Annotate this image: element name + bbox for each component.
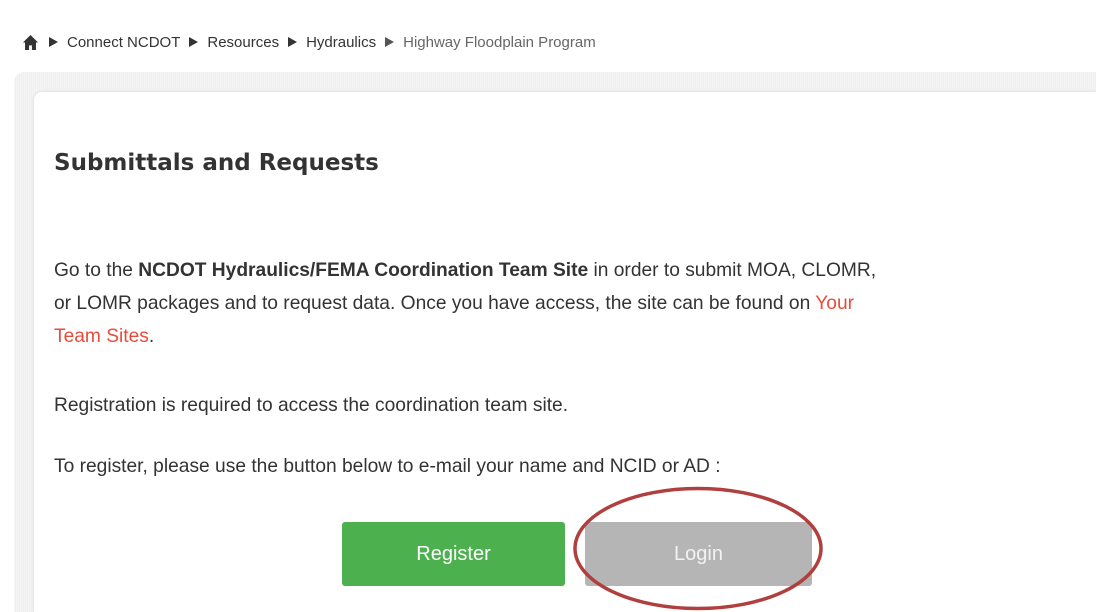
your-team-sites-link[interactable]: Your <box>815 293 854 314</box>
your-team-sites-link[interactable]: Team Sites <box>54 326 149 347</box>
register-instructions-text: To register, please use the button below… <box>54 456 721 477</box>
register-button[interactable]: Register <box>342 522 565 586</box>
page-title: Submittals and Requests <box>54 150 379 176</box>
breadcrumb-separator-icon <box>49 37 58 47</box>
breadcrumb-bar: Connect NCDOT Resources Hydraulics Highw… <box>0 0 1096 80</box>
team-site-name: NCDOT Hydraulics/FEMA Coordination Team … <box>138 260 589 281</box>
home-icon[interactable] <box>22 34 39 51</box>
paragraph-text: Go to the <box>54 260 139 281</box>
breadcrumb-link-resources[interactable]: Resources <box>207 34 279 51</box>
breadcrumb-separator-icon <box>385 37 395 47</box>
breadcrumb-current-page: Highway Floodplain Program <box>403 33 596 51</box>
breadcrumb-link-connect-ncdot[interactable]: Connect NCDOT <box>67 34 180 51</box>
breadcrumb-separator-icon <box>288 37 298 47</box>
registration-required-text: Registration is required to access the c… <box>54 395 569 416</box>
coordination-site-paragraph: Go to the NCDOT Hydraulics/FEMA Coordina… <box>54 254 876 353</box>
paragraph-text: in order to submit MOA, CLOMR, <box>588 260 877 281</box>
breadcrumb-link-hydraulics[interactable]: Hydraulics <box>306 34 376 51</box>
breadcrumb-separator-icon <box>189 37 199 47</box>
paragraph-text: . <box>148 326 155 347</box>
paragraph-text: or LOMR packages and to request data. On… <box>54 293 816 314</box>
login-button[interactable]: Login <box>585 522 812 586</box>
breadcrumb: Connect NCDOT Resources Hydraulics Highw… <box>22 31 596 53</box>
